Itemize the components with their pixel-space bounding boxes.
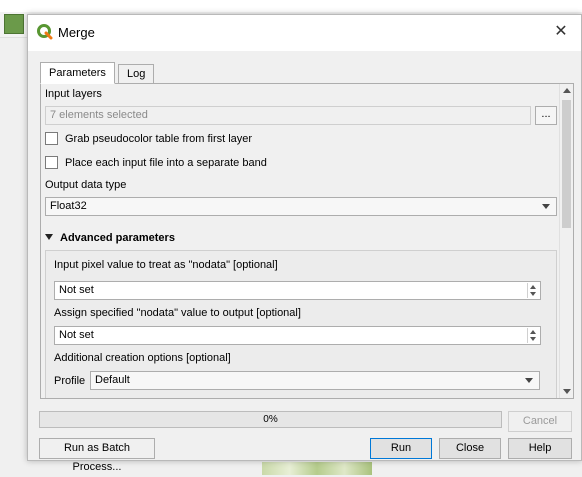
profile-select[interactable]: Default (90, 371, 540, 390)
profile-value: Default (95, 374, 130, 386)
assign-nodata-input[interactable]: Not set (54, 326, 541, 345)
output-type-select[interactable]: Float32 (45, 197, 557, 216)
qgis-logo-icon (37, 24, 53, 40)
close-icon[interactable]: ✕ (551, 22, 571, 42)
nodata-spinner[interactable] (527, 283, 538, 298)
spin-up-icon (530, 330, 536, 334)
tab-parameters[interactable]: Parameters (40, 62, 115, 84)
input-layers-field[interactable]: 7 elements selected (45, 106, 531, 125)
grab-pseudocolor-checkbox[interactable] (45, 132, 58, 145)
background-window (0, 0, 582, 12)
separate-band-label: Place each input file into a separate ba… (65, 157, 267, 169)
nodata-label: Input pixel value to treat as "nodata" [… (54, 259, 278, 271)
spin-down-icon (530, 337, 536, 341)
separate-band-checkbox[interactable] (45, 156, 58, 169)
progress-bar: 0% (39, 411, 502, 428)
background-panel (0, 38, 24, 475)
scroll-up-icon[interactable] (563, 88, 571, 93)
spin-down-icon (530, 292, 536, 296)
grab-pseudocolor-label: Grab pseudocolor table from first layer (65, 133, 253, 145)
cancel-button[interactable]: Cancel (508, 411, 572, 432)
assign-nodata-label: Assign specified "nodata" value to outpu… (54, 307, 301, 319)
creation-options-label: Additional creation options [optional] (54, 352, 231, 364)
collapse-triangle-icon (45, 234, 53, 240)
advanced-parameters-toggle[interactable]: Advanced parameters (45, 232, 175, 244)
scroll-thumb[interactable] (562, 100, 571, 228)
scroll-down-icon[interactable] (563, 389, 571, 394)
output-type-value: Float32 (50, 200, 87, 212)
title-bar: Merge ✕ (28, 15, 581, 51)
profile-label: Profile (54, 375, 86, 387)
advanced-parameters-header: Advanced parameters (60, 232, 175, 244)
chevron-down-icon (542, 204, 550, 209)
tab-log[interactable]: Log (118, 64, 155, 84)
output-type-label: Output data type (45, 179, 127, 191)
close-button[interactable]: Close (439, 438, 501, 459)
run-button[interactable]: Run (370, 438, 432, 459)
batch-process-button[interactable]: Run as Batch Process... (39, 438, 155, 473)
nodata-value: Not set (59, 284, 94, 296)
nodata-input[interactable]: Not set (54, 281, 541, 300)
merge-dialog: Merge ✕ Parameters Log Input layers 7 el… (27, 14, 582, 473)
background-map-canvas (262, 462, 372, 475)
help-button[interactable]: Help (508, 438, 572, 459)
chevron-down-icon (525, 378, 533, 383)
background-layer-icon (4, 14, 24, 34)
parameters-panel: Input layers 7 elements selected ... Gra… (40, 83, 574, 399)
advanced-parameters-group: Input pixel value to treat as "nodata" [… (45, 250, 557, 398)
browse-layers-button[interactable]: ... (535, 106, 557, 125)
spin-up-icon (530, 285, 536, 289)
panel-scrollbar[interactable] (559, 84, 573, 398)
dialog-title: Merge (58, 25, 95, 40)
progress-text: 0% (263, 414, 278, 425)
assign-nodata-value: Not set (59, 329, 94, 341)
assign-nodata-spinner[interactable] (527, 328, 538, 343)
input-layers-label: Input layers (45, 88, 102, 100)
